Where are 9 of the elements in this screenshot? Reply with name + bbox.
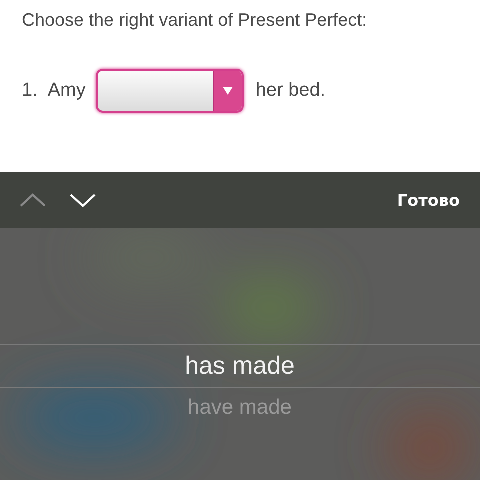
done-button[interactable]: Готово bbox=[397, 190, 460, 210]
instruction-text: Choose the right variant of Present Perfect: bbox=[22, 10, 368, 31]
picker-option[interactable]: has made bbox=[0, 344, 480, 388]
sentence-text: Amy bbox=[48, 80, 86, 102]
answer-dropdown[interactable] bbox=[96, 69, 244, 113]
caret-icon bbox=[222, 87, 233, 95]
chevron-down-icon[interactable] bbox=[70, 192, 96, 208]
sentence-text: her bed. bbox=[256, 80, 326, 102]
question-number: 1. bbox=[22, 80, 38, 102]
